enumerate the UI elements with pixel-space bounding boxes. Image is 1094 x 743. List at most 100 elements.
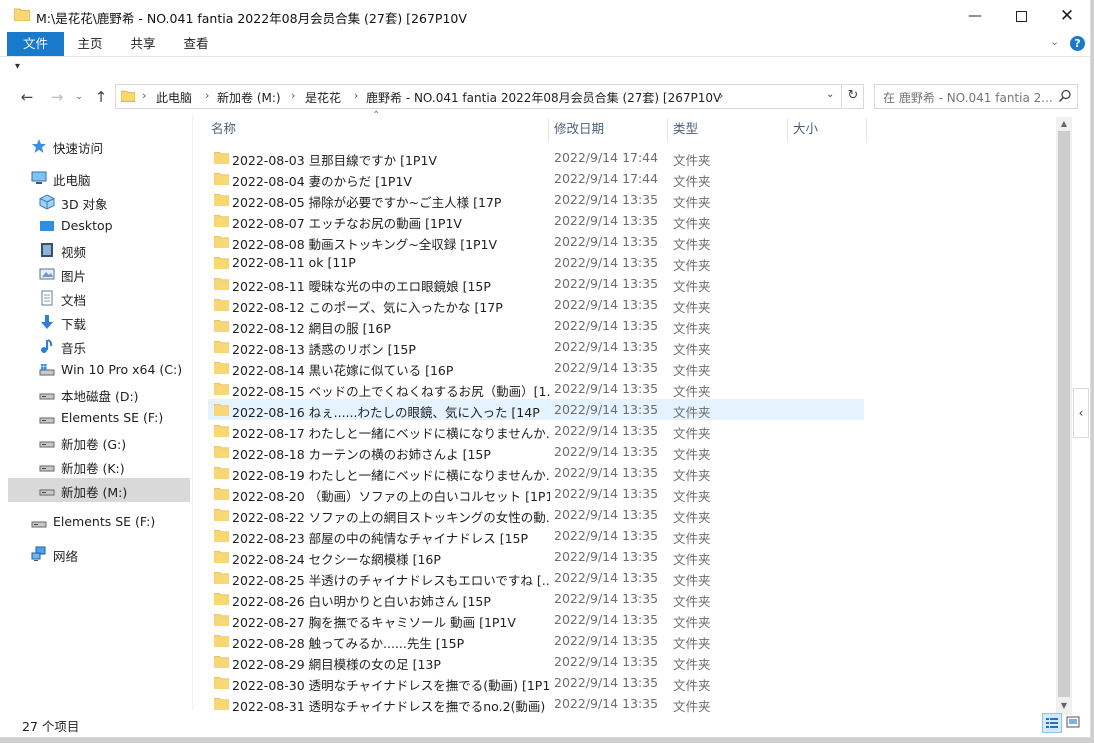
folder-icon bbox=[214, 614, 229, 626]
breadcrumb-folder[interactable]: 是花花 bbox=[305, 89, 341, 106]
tab-home[interactable]: 主页 bbox=[70, 32, 110, 56]
forward-button[interactable]: → bbox=[46, 87, 68, 107]
help-icon[interactable]: ? bbox=[1070, 36, 1085, 51]
up-button[interactable]: ↑ bbox=[90, 87, 112, 107]
file-name: 2022-08-11 曖昧な光の中のエロ眼鏡娘 [15P bbox=[232, 279, 491, 294]
breadcrumb-current[interactable]: 鹿野希 - NO.041 fantia 2022年08月会员合集 (27套) [… bbox=[366, 89, 721, 106]
recent-locations-button[interactable]: ⌄ bbox=[72, 87, 86, 107]
file-type: 文件夹 bbox=[673, 384, 711, 399]
file-modified-date: 2022/9/14 13:35 bbox=[554, 612, 659, 627]
folder-icon bbox=[214, 236, 229, 248]
tab-file[interactable]: 文件 bbox=[7, 32, 64, 56]
column-divider[interactable] bbox=[787, 118, 788, 142]
file-name: 2022-08-07 エッチなお尻の動画 [1P1V bbox=[232, 216, 462, 231]
column-header-name[interactable]: 名称 bbox=[211, 118, 236, 142]
file-row[interactable]: 2022-08-24 セクシーな網模様 [16P 2022/9/14 13:35 文… bbox=[208, 546, 864, 567]
item-count: 27 个项目 bbox=[22, 719, 80, 734]
details-view-button[interactable] bbox=[1042, 713, 1062, 733]
file-row[interactable]: 2022-08-31 透明なチャイナドレスを撫でるno.2(動画) ... 202… bbox=[208, 693, 864, 714]
file-type: 文件夹 bbox=[673, 279, 711, 294]
back-button[interactable]: ← bbox=[16, 87, 38, 107]
file-row[interactable]: 2022-08-16 ねぇ......わたしの眼鏡、気に入った [14P 2022… bbox=[208, 399, 864, 420]
breadcrumb-this-pc[interactable]: 此电脑 bbox=[156, 89, 192, 106]
file-row[interactable]: 2022-08-29 網目模様の女の足 [13P 2022/9/14 13:35 文… bbox=[208, 651, 864, 672]
file-modified-date: 2022/9/14 13:35 bbox=[554, 381, 659, 396]
file-modified-date: 2022/9/14 13:35 bbox=[554, 213, 659, 228]
file-row[interactable]: 2022-08-17 わたしと一緒にベッドに横になりませんか... 2022/9/… bbox=[208, 420, 864, 441]
vertical-scrollbar[interactable]: ▲ ▼ bbox=[1056, 117, 1072, 715]
close-button[interactable]: ✕ bbox=[1044, 0, 1090, 32]
file-type: 文件夹 bbox=[673, 594, 711, 609]
chevron-down-icon: ⌄ bbox=[75, 92, 83, 102]
search-box[interactable]: 在 鹿野希 - NO.041 fantia 2... bbox=[874, 84, 1078, 109]
file-modified-date: 2022/9/14 13:35 bbox=[554, 528, 659, 543]
file-row[interactable]: 2022-08-15 ベッドの上でくねくねするお尻（動画）[1... 2022/9… bbox=[208, 378, 864, 399]
file-row[interactable]: 2022-08-07 エッチなお尻の動画 [1P1V 2022/9/14 13:3… bbox=[208, 210, 864, 231]
breadcrumb-chevron-icon[interactable]: › bbox=[291, 89, 295, 102]
breadcrumb-drive[interactable]: 新加卷 (M:) bbox=[217, 89, 281, 106]
file-row[interactable]: 2022-08-30 透明なチャイナドレスを撫でる(動画) [1P1V 2022/… bbox=[208, 672, 864, 693]
file-type: 文件夹 bbox=[673, 174, 711, 189]
column-header-size[interactable]: 大小 bbox=[793, 118, 818, 142]
breadcrumb-chevron-icon[interactable]: › bbox=[142, 89, 146, 102]
file-row[interactable]: 2022-08-05 掃除が必要ですか~ご主人様 [17P 2022/9/14 1… bbox=[208, 189, 864, 210]
tab-share[interactable]: 共享 bbox=[123, 32, 163, 56]
column-header-date[interactable]: 修改日期 bbox=[554, 118, 604, 142]
large-icons-view-icon[interactable] bbox=[1066, 715, 1080, 729]
file-row[interactable]: 2022-08-28 触ってみるか......先生 [15P 2022/9/14 … bbox=[208, 630, 864, 651]
scroll-up-icon[interactable]: ▲ bbox=[1056, 117, 1072, 131]
file-row[interactable]: 2022-08-12 網目の服 [16P 2022/9/14 13:35 文件夹 bbox=[208, 315, 864, 336]
file-modified-date: 2022/9/14 13:35 bbox=[554, 675, 659, 690]
folder-icon bbox=[214, 509, 229, 521]
tab-view[interactable]: 查看 bbox=[176, 32, 216, 56]
file-row[interactable]: 2022-08-14 黒い花嫁に似ている [16P 2022/9/14 13:35… bbox=[208, 357, 864, 378]
file-row[interactable]: 2022-08-13 誘惑のリボン [15P 2022/9/14 13:35 文件夹 bbox=[208, 336, 864, 357]
file-row[interactable]: 2022-08-12 このポーズ、気に入ったかな [17P 2022/9/14 1… bbox=[208, 294, 864, 315]
customize-toolbar-dropdown-icon[interactable]: ▾ bbox=[15, 61, 20, 72]
file-row[interactable]: 2022-08-11 ok [11P 2022/9/14 13:35 文件夹 bbox=[208, 252, 864, 273]
scroll-down-icon[interactable]: ▼ bbox=[1056, 699, 1072, 713]
file-name: 2022-08-12 このポーズ、気に入ったかな [17P bbox=[232, 300, 503, 315]
ribbon-expand-chevron-icon[interactable]: ⌄ bbox=[1050, 35, 1059, 48]
folder-icon bbox=[214, 257, 229, 269]
address-dropdown-icon[interactable]: ⌄ bbox=[826, 89, 834, 100]
file-row[interactable]: 2022-08-22 ソファの上の網目ストッキングの女性の動... 2022/9/… bbox=[208, 504, 864, 525]
file-modified-date: 2022/9/14 13:35 bbox=[554, 507, 659, 522]
file-row[interactable]: 2022-08-04 妻のからだ [1P1V 2022/9/14 17:44 文件夹 bbox=[208, 168, 864, 189]
file-row[interactable]: 2022-08-08 動画ストッキング~全収録 [1P1V 2022/9/14 1… bbox=[208, 231, 864, 252]
file-name: 2022-08-17 わたしと一緒にベッドに横になりませんか... bbox=[232, 426, 550, 441]
quick-access-toolbar: ▾ bbox=[0, 57, 1090, 83]
address-bar[interactable]: › 此电脑 › 新加卷 (M:) › 是花花 › 鹿野希 - NO.041 fa… bbox=[115, 84, 842, 109]
file-row[interactable]: 2022-08-27 胸を撫でるキャミソール 動画 [1P1V 2022/9/14… bbox=[208, 609, 864, 630]
minimize-icon: — bbox=[968, 8, 982, 24]
file-row[interactable]: 2022-08-19 わたしと一緒にベッドに横になりませんか... 2022/9/… bbox=[208, 462, 864, 483]
file-type: 文件夹 bbox=[673, 552, 711, 567]
file-name: 2022-08-15 ベッドの上でくねくねするお尻（動画）[1... bbox=[232, 384, 550, 399]
column-divider[interactable] bbox=[548, 118, 549, 142]
file-type: 文件夹 bbox=[673, 573, 711, 588]
folder-icon bbox=[214, 278, 229, 290]
file-row[interactable]: 2022-08-26 白い明かりと白いお姉さん [15P 2022/9/14 13… bbox=[208, 588, 864, 609]
search-input[interactable]: 在 鹿野希 - NO.041 fantia 2... bbox=[883, 89, 1053, 106]
file-row[interactable]: 2022-08-25 半透けのチャイナドレスもエロいですね [... 2022/9… bbox=[208, 567, 864, 588]
minimize-button[interactable]: — bbox=[952, 0, 998, 32]
file-row[interactable]: 2022-08-18 カーテンの横のお姉さんよ [15P 2022/9/14 13… bbox=[208, 441, 864, 462]
breadcrumb-chevron-icon[interactable]: › bbox=[719, 89, 723, 102]
scrollbar-thumb[interactable] bbox=[1058, 131, 1070, 697]
file-row[interactable]: 2022-08-11 曖昧な光の中のエロ眼鏡娘 [15P 2022/9/14 13… bbox=[208, 273, 864, 294]
breadcrumb-chevron-icon[interactable]: › bbox=[354, 89, 358, 102]
file-row[interactable]: 2022-08-23 部屋の中の純情なチャイナドレス [15P 2022/9/14… bbox=[208, 525, 864, 546]
breadcrumb-chevron-icon[interactable]: › bbox=[205, 89, 209, 102]
file-row[interactable]: 2022-08-20 （動画）ソファの上の白いコルセット [1P1V 2022/9… bbox=[208, 483, 864, 504]
chevron-left-icon: ‹ bbox=[1078, 406, 1084, 420]
file-list: 2022-08-03 旦那目線ですか [1P1V 2022/9/14 17:44 文… bbox=[0, 147, 870, 715]
maximize-button[interactable] bbox=[998, 0, 1044, 32]
file-modified-date: 2022/9/14 13:35 bbox=[554, 654, 659, 669]
preview-pane-toggle[interactable]: ‹ bbox=[1073, 388, 1089, 438]
file-row[interactable]: 2022-08-03 旦那目線ですか [1P1V 2022/9/14 17:44 文… bbox=[208, 147, 864, 168]
column-divider[interactable] bbox=[667, 118, 668, 142]
refresh-button[interactable]: ↻ bbox=[843, 84, 864, 109]
column-header-type[interactable]: 类型 bbox=[673, 118, 698, 142]
title-bar[interactable]: M:\是花花\鹿野希 - NO.041 fantia 2022年08月会员合集 … bbox=[0, 0, 1090, 32]
column-divider[interactable] bbox=[866, 118, 867, 142]
